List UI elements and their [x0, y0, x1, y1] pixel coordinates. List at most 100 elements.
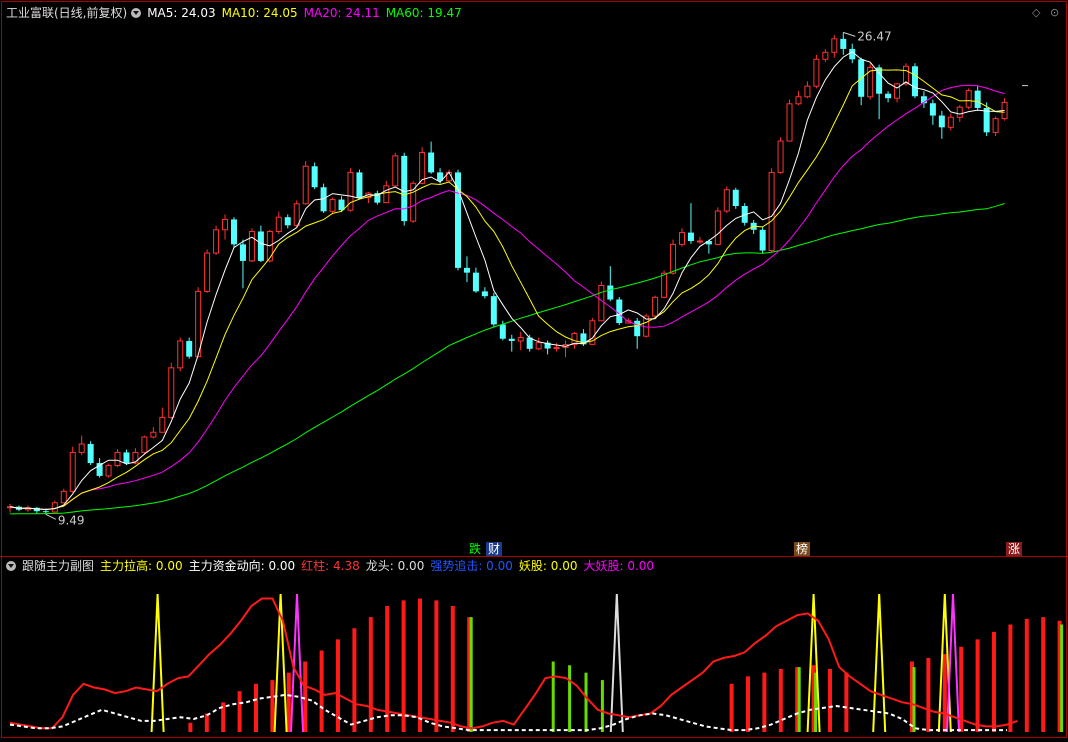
candle-body-up [69, 451, 76, 492]
sub-white-dash-line [9, 693, 1008, 732]
candle-body-down [186, 340, 193, 357]
low-marker [45, 513, 57, 520]
candle-body-down [428, 152, 435, 173]
candle-body-up [150, 431, 157, 438]
chart-frame: 26.47 9.49 [0, 0, 1068, 739]
candle-body-up [177, 340, 184, 369]
candle-body-down [508, 338, 515, 341]
low-price-label: 9.49 [58, 513, 85, 527]
candle-body-up [204, 252, 211, 292]
ma60-value: MA60: 19.47 [385, 6, 462, 20]
candle-body-up [795, 96, 802, 105]
candle-body-down [401, 155, 408, 222]
candle-body-up [222, 218, 229, 231]
yellow-spike [150, 593, 165, 733]
candle-body-down [257, 231, 264, 261]
candle-body-up [679, 232, 685, 245]
candle-body-down [239, 244, 246, 261]
dropdown-icon[interactable] [131, 8, 142, 18]
candle-body-down [759, 229, 766, 251]
candle-body-down [472, 272, 479, 292]
hongzhu-value: 红柱: 4.38 [301, 559, 360, 573]
candle-body-up [903, 65, 909, 85]
candle-body-up [652, 296, 659, 317]
high-marker [843, 31, 856, 37]
high-price-label: 26.47 [857, 29, 891, 43]
tag-bang[interactable]: 榜 [794, 542, 811, 556]
candle-body-down [911, 66, 918, 97]
ma10-value: MA10: 24.05 [221, 6, 298, 20]
main-chart-title: 工业富联(日线,前复权) [6, 6, 128, 20]
ma20-value: MA20: 24.11 [303, 6, 380, 20]
candle-body-up [275, 216, 282, 232]
sub-header: 跟随主力副图 主力拉高: 0.00 主力资金动向: 0.00 红柱: 4.38 龙头: … [6, 558, 660, 574]
candle-body-up [894, 83, 901, 99]
candle-body-down [463, 267, 470, 273]
candle-body-down [87, 444, 94, 464]
candle-body-up [392, 155, 399, 187]
candle-body-up [670, 243, 677, 274]
candle-body-up [714, 210, 721, 245]
ma20-line [9, 84, 1005, 511]
candle-body-up [947, 116, 954, 128]
candle-body-down [499, 324, 506, 339]
candle-body-down [938, 115, 945, 128]
candle-body-up [598, 285, 605, 322]
sub-dropdown-icon[interactable] [6, 561, 16, 571]
candle-body-up [992, 118, 999, 133]
candle-body-down [311, 166, 318, 188]
candle-body-down [687, 232, 694, 241]
candle-body-down [840, 38, 847, 49]
candle-body-up [410, 182, 417, 222]
candle-body-down [490, 296, 497, 325]
candle-body-up [293, 203, 300, 226]
candle-body-up [114, 451, 121, 467]
candle-body-down [123, 452, 130, 464]
settings-icon[interactable]: ⊙ [1050, 6, 1059, 19]
candle-body-up [141, 436, 148, 453]
candle-body-up [302, 165, 309, 205]
candle-body-up [804, 85, 811, 98]
candle-body-up [696, 240, 703, 243]
da-yaogu-value: 大妖股: 0.00 [583, 559, 655, 573]
longtou-value: 龙头: 0.00 [365, 559, 425, 573]
candle-body-up [813, 58, 820, 87]
candle-body-up [105, 465, 112, 477]
candle-body-up [60, 490, 67, 504]
tag-zhang[interactable]: 涨 [1006, 542, 1023, 556]
yaogu-value: 妖股: 0.00 [518, 559, 578, 573]
candle-body-up [383, 185, 390, 204]
candle-body-up [661, 272, 668, 298]
candle-body-up [965, 90, 972, 108]
ma60-line [9, 203, 1005, 515]
candle-body-up [786, 103, 793, 142]
candle-body-up [159, 416, 166, 433]
ma5-value: MA5: 24.03 [147, 6, 216, 20]
candle-body-up [777, 140, 784, 173]
candle-body-down [284, 217, 291, 226]
candle-body-up [517, 337, 524, 342]
zhuli-lagao-value: 主力拉高: 0.00 [100, 559, 183, 573]
candle-body-up [831, 38, 838, 53]
candle-body-down [929, 103, 936, 116]
candle-body-down [42, 511, 49, 513]
candle-body-down [732, 189, 739, 206]
candle-body-down [634, 320, 641, 337]
tag-cai[interactable]: 财 [486, 542, 503, 556]
candle-body-up [329, 199, 336, 212]
zhuli-zijin-value: 主力资金动向: 0.00 [188, 559, 296, 573]
candle-body-down [356, 172, 363, 198]
candle-body-down [455, 172, 461, 268]
candle-body-up [168, 367, 175, 418]
candle-body-down [616, 299, 623, 324]
white-spike [609, 593, 624, 733]
candle-body-up [248, 230, 255, 262]
candle-body-up [213, 229, 220, 254]
candle-body-down [481, 291, 488, 297]
candle-body-down [885, 93, 892, 99]
diamond-icon[interactable]: ◇ [1032, 6, 1040, 19]
main-header: 工业富联(日线,前复权) MA5: 24.03 MA10: 24.05 MA20: 2… [6, 5, 468, 21]
ma10-line [9, 69, 1005, 511]
tag-die[interactable]: 跌 [467, 542, 483, 556]
qiangshi-value: 强势追击: 0.00 [430, 559, 513, 573]
